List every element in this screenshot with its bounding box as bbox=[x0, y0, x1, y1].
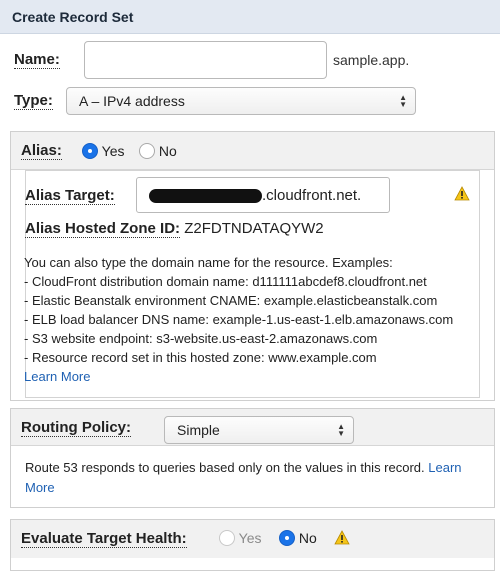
warning-icon bbox=[454, 186, 470, 201]
type-select[interactable]: A – IPv4 address ▲ ▼ bbox=[66, 87, 416, 115]
routing-description-block: Route 53 responds to queries based only … bbox=[25, 458, 487, 498]
routing-label: Routing Policy: bbox=[21, 419, 131, 437]
alias-label: Alias: bbox=[21, 142, 62, 160]
routing-select-value: Simple bbox=[177, 422, 220, 438]
health-yes-radio[interactable]: Yes bbox=[219, 530, 261, 546]
routing-description: Route 53 responds to queries based only … bbox=[25, 460, 425, 475]
help-example: - S3 website endpoint: s3-website.us-eas… bbox=[24, 331, 378, 346]
alias-learn-more-link[interactable]: Learn More bbox=[24, 367, 453, 386]
health-no-label: No bbox=[298, 530, 317, 546]
help-example: - Elastic Beanstalk environment CNAME: e… bbox=[24, 293, 438, 308]
name-label: Name: bbox=[14, 51, 60, 69]
radio-selected-icon bbox=[82, 143, 98, 159]
health-no-radio[interactable]: No bbox=[279, 530, 317, 546]
routing-policy-select[interactable]: Simple ▲ ▼ bbox=[164, 416, 354, 444]
alias-yes-radio[interactable]: Yes bbox=[82, 143, 124, 159]
health-label: Evaluate Target Health: bbox=[21, 530, 187, 548]
type-select-value: A – IPv4 address bbox=[79, 93, 185, 109]
alias-zone-value: Z2FDTNDATAQYW2 bbox=[184, 220, 324, 237]
select-arrows-icon: ▲ ▼ bbox=[399, 93, 407, 109]
alias-no-radio[interactable]: No bbox=[139, 143, 177, 159]
alias-help-text: You can also type the domain name for th… bbox=[24, 253, 453, 386]
alias-zone-row: Alias Hosted Zone ID: Z2FDTNDATAQYW2 bbox=[25, 220, 324, 238]
name-suffix: sample.app. bbox=[333, 52, 410, 68]
health-yes-label: Yes bbox=[238, 530, 262, 546]
help-example: - Resource record set in this hosted zon… bbox=[24, 350, 377, 365]
alias-target-input[interactable]: .cloudfront.net. bbox=[136, 177, 390, 213]
alias-yes-label: Yes bbox=[101, 143, 125, 159]
routing-more-link[interactable]: More bbox=[25, 480, 55, 495]
alias-target-label: Alias Target: bbox=[25, 187, 115, 205]
radio-selected-icon bbox=[279, 530, 295, 546]
panel-header: Create Record Set bbox=[0, 0, 500, 34]
health-panel-header: Evaluate Target Health: Yes No bbox=[11, 520, 494, 558]
alias-target-value: .cloudfront.net. bbox=[262, 187, 362, 204]
alias-panel-header: Alias: Yes No bbox=[11, 132, 494, 170]
help-example: - CloudFront distribution domain name: d… bbox=[24, 274, 427, 289]
health-panel: Evaluate Target Health: Yes No bbox=[10, 519, 495, 571]
alias-no-label: No bbox=[158, 143, 177, 159]
routing-learn-link[interactable]: Learn bbox=[428, 460, 461, 475]
warning-icon bbox=[334, 530, 350, 545]
select-arrows-icon: ▲ ▼ bbox=[337, 422, 345, 438]
radio-unselected-icon bbox=[219, 530, 235, 546]
alias-zone-label: Alias Hosted Zone ID: bbox=[25, 220, 181, 238]
help-intro: You can also type the domain name for th… bbox=[24, 255, 393, 270]
redacted-text bbox=[149, 189, 262, 203]
name-input[interactable] bbox=[84, 41, 327, 79]
type-label: Type: bbox=[14, 92, 53, 110]
help-example: - ELB load balancer DNS name: example-1.… bbox=[24, 312, 454, 327]
panel-title: Create Record Set bbox=[12, 9, 134, 25]
radio-unselected-icon bbox=[139, 143, 155, 159]
